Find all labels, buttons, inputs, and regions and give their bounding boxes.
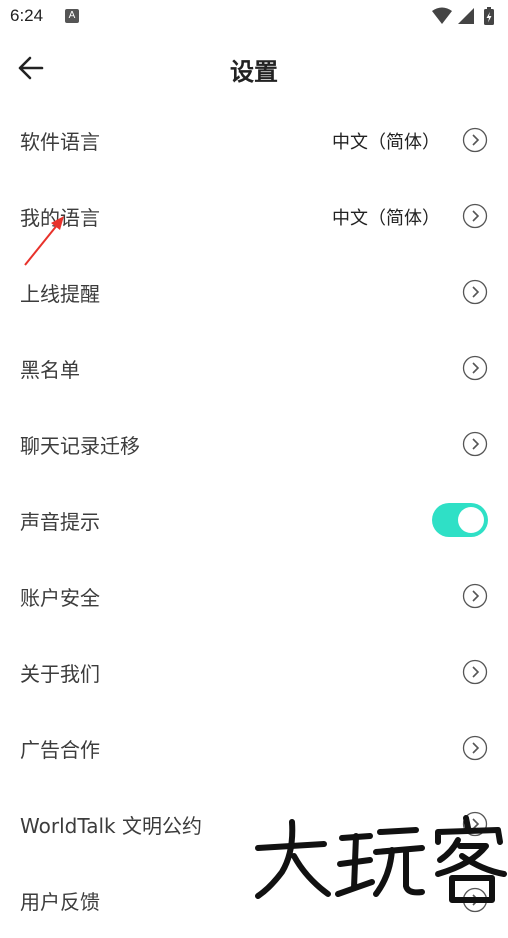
setting-ad-cooperation[interactable]: 广告合作	[0, 710, 508, 786]
settings-list: 软件语言 中文（简体） 我的语言 中文（简体） 上线提醒 黑名单 聊天记录迁移	[0, 102, 508, 938]
page-title: 设置	[230, 58, 278, 86]
setting-user-feedback[interactable]: 用户反馈	[0, 862, 508, 938]
setting-label: 广告合作	[20, 738, 100, 762]
setting-label: 我的语言	[20, 206, 100, 230]
chevron-right-icon	[462, 887, 488, 913]
header: 设置	[0, 34, 508, 102]
chevron-right-icon	[462, 203, 488, 229]
setting-value: 中文（简体）	[332, 132, 440, 153]
setting-about-us[interactable]: 关于我们	[0, 634, 508, 710]
setting-label: 声音提示	[20, 510, 100, 534]
setting-sound-alert: 声音提示	[0, 482, 508, 558]
status-bar: 6:24 A	[0, 0, 508, 34]
wifi-icon	[432, 7, 452, 24]
status-icons-svg	[432, 7, 494, 25]
setting-label: WorldTalk 文明公约	[20, 814, 202, 838]
setting-value: 中文（简体）	[332, 208, 440, 229]
chevron-right-icon	[462, 811, 488, 837]
chevron-right-icon	[462, 431, 488, 457]
setting-label: 软件语言	[20, 130, 100, 154]
setting-chat-history-migration[interactable]: 聊天记录迁移	[0, 406, 508, 482]
setting-account-security[interactable]: 账户安全	[0, 558, 508, 634]
setting-label: 账户安全	[20, 586, 100, 610]
notification-icon: A	[65, 9, 79, 23]
chevron-right-icon	[462, 279, 488, 305]
setting-blacklist[interactable]: 黑名单	[0, 330, 508, 406]
signal-icon	[458, 8, 474, 24]
setting-label: 聊天记录迁移	[20, 434, 140, 458]
setting-label: 关于我们	[20, 662, 100, 686]
chevron-right-icon	[462, 127, 488, 153]
setting-my-language[interactable]: 我的语言 中文（简体）	[0, 178, 508, 254]
chevron-right-icon	[462, 659, 488, 685]
setting-label: 上线提醒	[20, 282, 100, 306]
setting-label: 黑名单	[20, 358, 80, 382]
sound-alert-toggle[interactable]	[432, 503, 488, 537]
status-time: 6:24	[10, 6, 44, 25]
chevron-right-icon	[462, 355, 488, 381]
chevron-right-icon	[462, 735, 488, 761]
setting-civility-convention[interactable]: WorldTalk 文明公约	[0, 786, 508, 862]
setting-online-reminder[interactable]: 上线提醒	[0, 254, 508, 330]
chevron-right-icon	[462, 583, 488, 609]
setting-software-language[interactable]: 软件语言 中文（简体）	[0, 102, 508, 178]
status-icons	[432, 7, 500, 27]
setting-label: 用户反馈	[20, 890, 100, 914]
toggle-knob	[458, 507, 484, 533]
